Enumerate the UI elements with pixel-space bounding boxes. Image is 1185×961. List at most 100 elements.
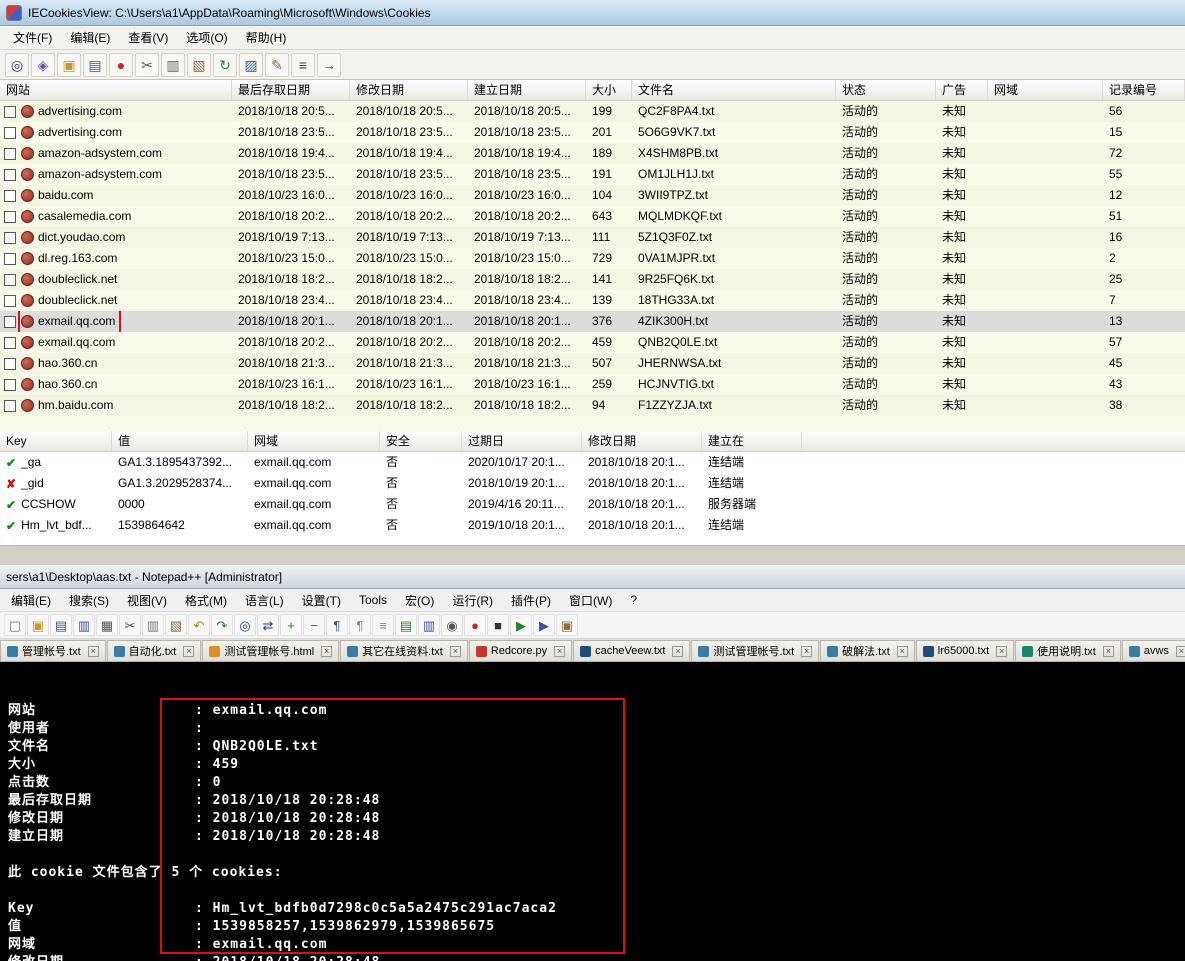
cookie-row[interactable]: dl.reg.163.com 2018/10/23 15:0... 2018/1… [0, 248, 1185, 269]
row-checkbox[interactable] [4, 315, 16, 328]
open-folder-icon[interactable]: ▣ [57, 52, 81, 77]
cut-icon[interactable]: ✂ [135, 52, 159, 77]
menu-item[interactable]: 视图(V) [118, 589, 176, 612]
column-header[interactable]: 值 [112, 431, 248, 451]
copy-icon[interactable]: ▥ [142, 614, 164, 636]
column-header[interactable]: 大小 [586, 80, 632, 100]
row-checkbox[interactable] [4, 378, 16, 391]
cookie-row[interactable]: hm.baidu.com 2018/10/18 18:2... 2018/10/… [0, 395, 1185, 416]
save-macro-icon[interactable]: ▣ [556, 614, 578, 636]
row-checkbox[interactable] [4, 105, 16, 118]
tab-close-icon[interactable] [87, 645, 99, 657]
menu-item[interactable]: 宏(O) [396, 589, 443, 612]
redo-icon[interactable]: ↷ [211, 614, 233, 636]
menu-item[interactable]: 编辑(E) [61, 26, 119, 49]
monitor-icon[interactable]: ◉ [441, 614, 463, 636]
file-tab[interactable]: 使用说明.txt [1015, 640, 1121, 661]
tab-close-icon[interactable] [183, 645, 195, 657]
column-header[interactable]: 广告 [936, 80, 988, 100]
cookie-row[interactable]: dict.youdao.com 2018/10/19 7:13... 2018/… [0, 227, 1185, 248]
file-tab[interactable]: 测试管理帐号.txt [691, 640, 820, 661]
cut-icon[interactable]: ✂ [119, 614, 141, 636]
block-icon[interactable]: ● [109, 52, 133, 77]
find-icon[interactable]: ◎ [5, 52, 29, 77]
tab-close-icon[interactable] [1102, 645, 1114, 657]
menu-item[interactable]: 运行(R) [443, 589, 502, 612]
paste-icon[interactable]: ▧ [187, 52, 211, 77]
cookie-key-row[interactable]: _gid GA1.3.2029528374... exmail.qq.com 否… [0, 473, 1185, 494]
show-symbols-icon[interactable]: ¶ [349, 614, 371, 636]
row-checkbox[interactable] [4, 147, 16, 160]
file-tab[interactable]: Redcore.py [468, 640, 573, 661]
column-header[interactable]: 网域 [248, 431, 380, 451]
row-checkbox[interactable] [4, 357, 16, 370]
open-file-icon[interactable]: ▣ [27, 614, 49, 636]
copy-icon[interactable]: ▥ [161, 52, 185, 77]
row-checkbox[interactable] [4, 210, 16, 223]
text-editor-area[interactable]: 网站: exmail.qq.com 使用者: 文件名: QNB2Q0LE.txt… [0, 662, 1185, 961]
row-checkbox[interactable] [4, 126, 16, 139]
function-list-icon[interactable]: ▥ [418, 614, 440, 636]
edit-icon[interactable]: ✎ [265, 52, 289, 77]
cookie-row[interactable]: doubleclick.net 2018/10/18 18:2... 2018/… [0, 269, 1185, 290]
menu-item[interactable]: 语言(L) [236, 589, 293, 612]
row-checkbox[interactable] [4, 252, 16, 265]
cookie-row[interactable]: advertising.com 2018/10/18 20:5... 2018/… [0, 101, 1185, 122]
column-header[interactable]: 状态 [836, 80, 936, 100]
doc-map-icon[interactable]: ▤ [395, 614, 417, 636]
row-checkbox[interactable] [4, 273, 16, 286]
tab-close-icon[interactable] [672, 645, 684, 657]
menu-item[interactable]: 设置(T) [293, 589, 350, 612]
refresh-icon[interactable]: ↻ [213, 52, 237, 77]
cookie-row[interactable]: exmail.qq.com 2018/10/18 20:1... 2018/10… [0, 311, 1185, 332]
tab-close-icon[interactable] [801, 645, 813, 657]
file-tab[interactable]: lr65000.txt [915, 640, 1015, 661]
cookie-row[interactable]: casalemedia.com 2018/10/18 20:2... 2018/… [0, 206, 1185, 227]
cookie-key-row[interactable]: _ga GA1.3.1895437392... exmail.qq.com 否 … [0, 452, 1185, 473]
file-tab[interactable]: 测试管理帐号.html [202, 640, 340, 661]
zoom-out-icon[interactable]: − [303, 614, 325, 636]
select-user-icon[interactable]: ◈ [31, 52, 55, 77]
file-tab[interactable]: cacheVeew.txt [573, 640, 691, 661]
cookie-key-row[interactable]: Hm_lvt_bdf... 1539864642 exmail.qq.com 否… [0, 515, 1185, 536]
tab-close-icon[interactable] [1175, 645, 1185, 657]
file-tab[interactable]: 自动化.txt [106, 640, 202, 661]
cookie-row[interactable]: advertising.com 2018/10/18 23:5... 2018/… [0, 122, 1185, 143]
column-header[interactable]: 过期日 [462, 431, 582, 451]
column-header[interactable]: 建立日期 [468, 80, 586, 100]
column-header[interactable]: 最后存取日期 [232, 80, 350, 100]
file-tab[interactable]: 破解法.txt [820, 640, 915, 661]
tab-close-icon[interactable] [996, 645, 1008, 657]
menu-item[interactable]: 插件(P) [502, 589, 560, 612]
zoom-in-icon[interactable]: + [280, 614, 302, 636]
column-header[interactable]: 网域 [988, 80, 1103, 100]
column-header[interactable]: 建立在 [702, 431, 802, 451]
column-header[interactable]: 文件名 [632, 80, 836, 100]
undo-icon[interactable]: ↶ [188, 614, 210, 636]
menu-item[interactable]: 查看(V) [119, 26, 177, 49]
find-icon[interactable]: ◎ [234, 614, 256, 636]
paste-icon[interactable]: ▧ [165, 614, 187, 636]
menu-item[interactable]: 文件(F) [4, 26, 61, 49]
save-all-icon[interactable]: ▥ [73, 614, 95, 636]
row-checkbox[interactable] [4, 399, 16, 412]
column-header[interactable]: 安全 [380, 431, 462, 451]
replace-icon[interactable]: ⇄ [257, 614, 279, 636]
menu-item[interactable]: 选项(O) [177, 26, 236, 49]
column-header[interactable]: 修改日期 [350, 80, 468, 100]
file-tab[interactable]: 管理帐号.txt [0, 640, 106, 661]
file-tab[interactable]: 其它在线资料.txt [340, 640, 468, 661]
cookie-row[interactable]: hao.360.cn 2018/10/23 16:1... 2018/10/23… [0, 374, 1185, 395]
menu-item[interactable]: 窗口(W) [560, 589, 621, 612]
save-icon[interactable]: ▤ [83, 52, 107, 77]
row-checkbox[interactable] [4, 168, 16, 181]
row-checkbox[interactable] [4, 231, 16, 244]
file-tab[interactable]: avws [1121, 640, 1185, 661]
play-macro-icon[interactable]: ▶ [510, 614, 532, 636]
column-header[interactable]: 网站 [0, 80, 232, 100]
cookie-row[interactable]: amazon-adsystem.com 2018/10/18 23:5... 2… [0, 164, 1185, 185]
cookie-row[interactable]: amazon-adsystem.com 2018/10/18 19:4... 2… [0, 143, 1185, 164]
tab-close-icon[interactable] [554, 645, 566, 657]
column-header[interactable]: 修改日期 [582, 431, 702, 451]
row-checkbox[interactable] [4, 336, 16, 349]
